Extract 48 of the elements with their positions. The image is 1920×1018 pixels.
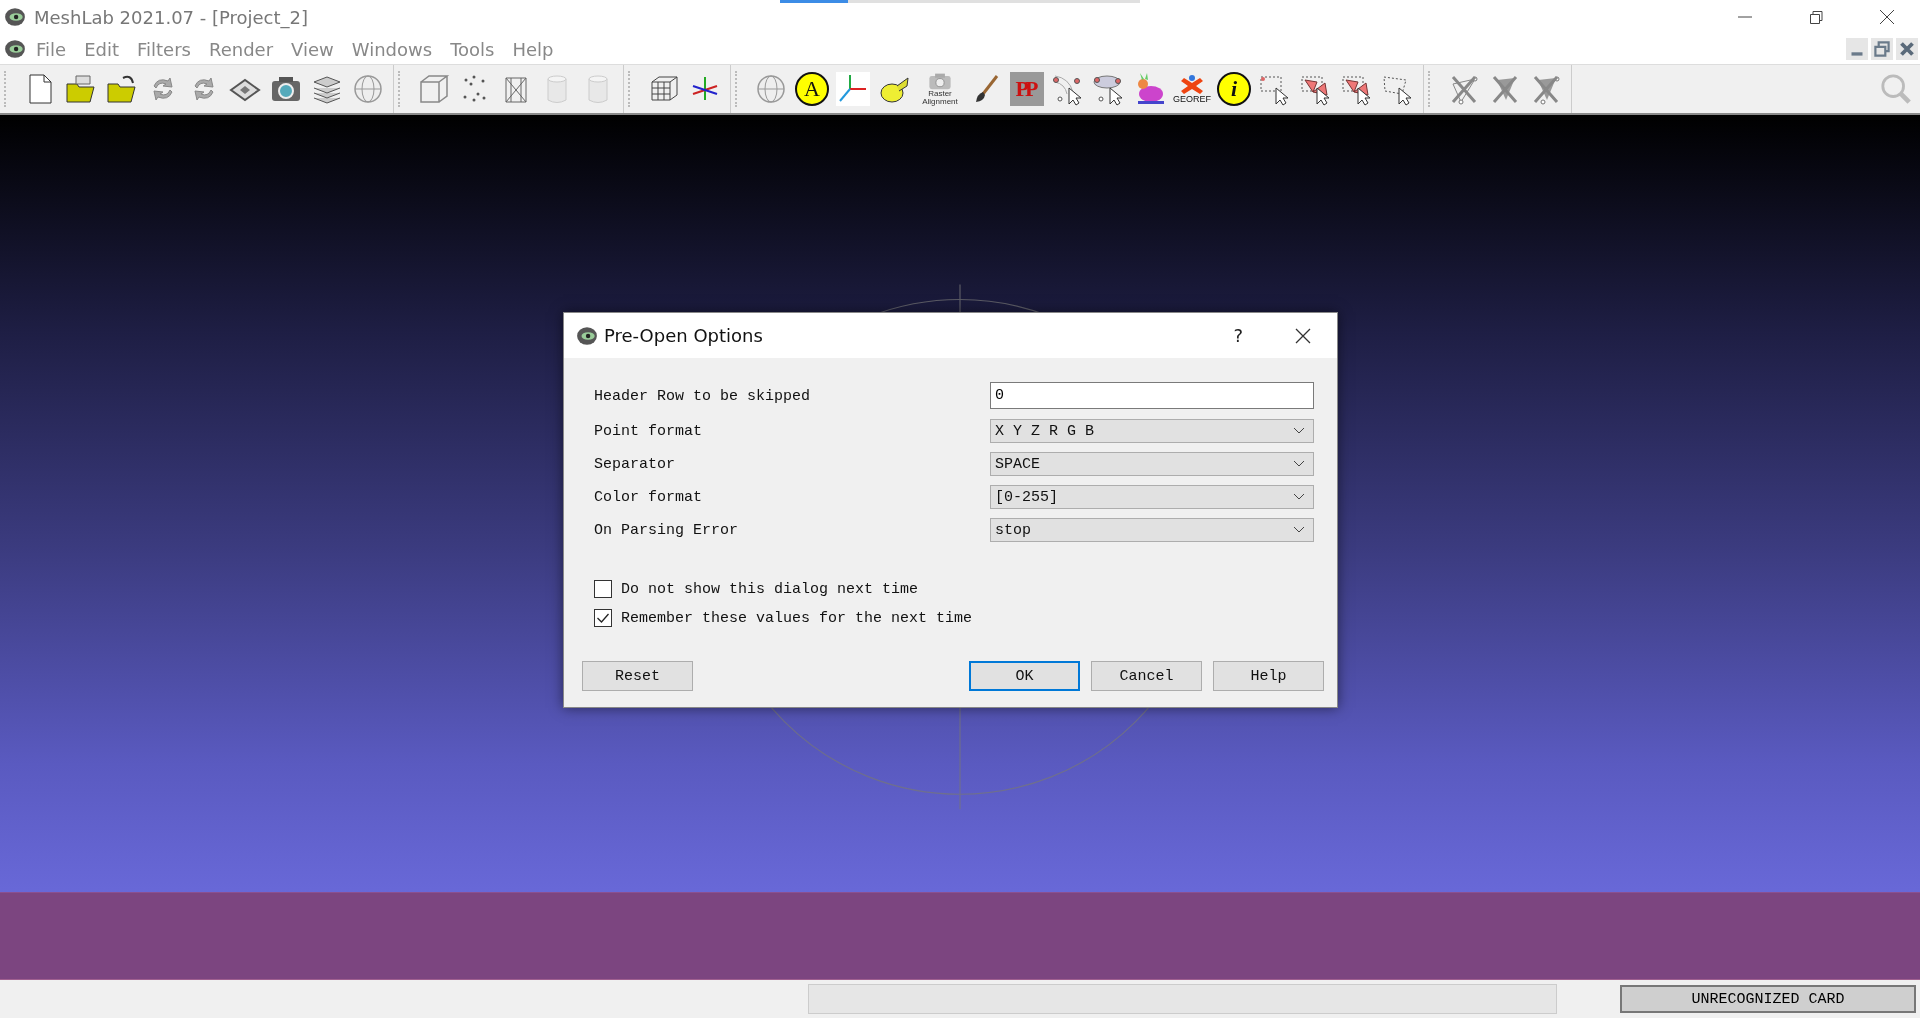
dialog-button[interactable]: Help <box>1213 661 1324 691</box>
eye-logo-icon <box>576 324 598 347</box>
sphere-icon[interactable] <box>754 72 788 106</box>
letter-circle-icon[interactable]: i <box>1217 72 1251 106</box>
checkbox[interactable] <box>594 580 612 598</box>
checkbox-label: Remember these values for the next time <box>621 609 973 627</box>
field-label: On Parsing Error <box>594 521 740 539</box>
close-icon[interactable] <box>1879 9 1895 25</box>
menu-item[interactable]: Filters <box>137 38 191 60</box>
globe-icon[interactable] <box>351 72 385 106</box>
help-button[interactable]: ? <box>1233 325 1243 346</box>
field-label: Color format <box>594 488 704 506</box>
caret-icon <box>1293 427 1305 435</box>
dialog-button[interactable]: OK <box>969 661 1080 691</box>
caret-icon <box>1293 526 1305 534</box>
restore-icon[interactable] <box>1808 9 1824 25</box>
dropdown[interactable]: [0-255] <box>990 485 1314 509</box>
field-label: Point format <box>594 422 704 440</box>
reset-button[interactable]: Reset <box>582 661 693 691</box>
checkbox-label: Do not show this dialog next time <box>621 580 919 598</box>
dropdown[interactable]: X Y Z R G B <box>990 419 1314 443</box>
open-project-icon[interactable] <box>64 72 98 106</box>
dropdown[interactable]: SPACE <box>990 452 1314 476</box>
box-icon[interactable] <box>417 72 451 106</box>
caret-icon <box>1293 493 1305 501</box>
dialog-button[interactable]: Cancel <box>1091 661 1202 691</box>
menu-item[interactable]: Edit <box>84 38 119 60</box>
eye-logo-icon <box>4 6 26 28</box>
menu-item[interactable]: Windows <box>351 38 433 60</box>
minimize-icon[interactable] <box>1846 38 1868 60</box>
field-label: Separator <box>594 455 676 473</box>
menu-item[interactable]: Help <box>512 38 554 60</box>
dropdown[interactable]: stop <box>990 518 1314 542</box>
menu-item[interactable]: File <box>36 38 67 60</box>
letter-circle-icon[interactable]: A <box>795 72 829 106</box>
menu-item[interactable]: Render <box>208 38 274 60</box>
status-label: UNRECOGNIZED CARD <box>1620 985 1916 1013</box>
window-title: MeshLab 2021.07 - [Project_2] <box>34 6 309 28</box>
eye-logo-icon[interactable] <box>4 38 26 60</box>
field-label: Header Row to be skipped <box>594 387 812 405</box>
text-input[interactable]: 0 <box>990 382 1314 409</box>
close-icon[interactable] <box>1295 327 1311 344</box>
menu-item[interactable]: View <box>291 38 334 60</box>
caret-icon <box>1293 460 1305 468</box>
menu-item[interactable]: Tools <box>450 38 495 60</box>
checkbox[interactable] <box>594 609 612 627</box>
axis-lines-icon[interactable] <box>836 72 870 106</box>
dialog-title: Pre-Open Options <box>604 325 763 346</box>
